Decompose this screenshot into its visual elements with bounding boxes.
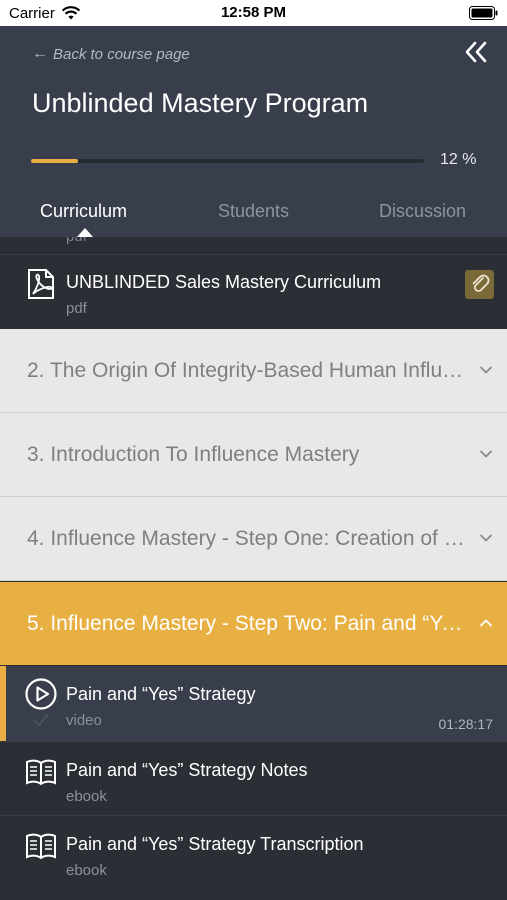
lesson-item-current[interactable]: Pain and “Yes” Strategy video 01:28:17 — [0, 666, 507, 741]
section-title: 4. Influence Mastery - Step One: Creatio… — [27, 527, 467, 550]
play-circle-icon — [25, 678, 57, 710]
lesson-type-label: video — [66, 712, 102, 729]
lesson-title: Pain and “Yes” Strategy — [66, 684, 256, 704]
course-progress-text: 12 % — [440, 151, 477, 168]
section-title: 5. Influence Mastery - Step Two: Pain an… — [27, 612, 467, 635]
section-title: 2. The Origin Of Integrity-Based Human I… — [27, 359, 467, 382]
lesson-item-pdf[interactable]: UNBLINDED Sales Mastery Curriculum pdf — [0, 254, 507, 329]
section-3-header[interactable]: 3. Introduction To Influence Mastery — [0, 413, 507, 497]
book-icon — [26, 833, 56, 860]
checkmark-icon — [33, 713, 49, 727]
chevron-up-icon — [480, 619, 492, 627]
clock: 12:58 PM — [220, 4, 287, 21]
book-icon — [26, 759, 56, 786]
section-4-header[interactable]: 4. Influence Mastery - Step One: Creatio… — [0, 497, 507, 581]
tab-discussion[interactable]: Discussion — [379, 201, 466, 222]
collapse-double-chevron-icon[interactable] — [465, 40, 487, 64]
lesson-duration: 01:28:17 — [438, 716, 494, 732]
section-2-header[interactable]: 2. The Origin Of Integrity-Based Human I… — [0, 329, 507, 413]
lesson-title: Pain and “Yes” Strategy Notes — [66, 760, 308, 780]
lesson-item[interactable]: Pain and “Yes” Strategy Notes ebook — [0, 741, 507, 816]
back-link-label: Back to course page — [53, 45, 190, 63]
tab-students[interactable]: Students — [218, 201, 289, 222]
active-tab-indicator — [77, 228, 93, 237]
lesson-type-label: ebook — [66, 862, 107, 879]
course-header: ← Back to course page Unblinded Mastery … — [0, 26, 507, 237]
chevron-down-icon — [480, 366, 492, 374]
course-title: Unblinded Mastery Program — [32, 88, 369, 118]
paperclip-icon — [472, 274, 490, 293]
list-item[interactable]: pdf — [0, 237, 507, 254]
chevron-down-icon — [480, 450, 492, 458]
battery-icon — [469, 6, 498, 20]
back-to-course-link[interactable]: ← Back to course page — [32, 45, 190, 63]
course-progress-fill — [31, 159, 79, 163]
lesson-type-label: pdf — [66, 300, 87, 317]
course-progress-bar — [31, 159, 424, 163]
section-title: 3. Introduction To Influence Mastery — [27, 443, 360, 466]
section-5-header[interactable]: 5. Influence Mastery - Step Two: Pain an… — [0, 582, 507, 665]
lesson-title: UNBLINDED Sales Mastery Curriculum — [66, 272, 382, 292]
course-tabs: Curriculum Students Discussion — [0, 200, 507, 237]
current-lesson-indicator — [0, 666, 6, 741]
pdf-icon — [28, 269, 54, 299]
status-bar: Carrier 12:58 PM — [0, 0, 507, 26]
tab-curriculum[interactable]: Curriculum — [40, 201, 127, 222]
back-arrow-icon: ← — [32, 45, 48, 62]
lesson-type-label: pdf — [66, 237, 87, 245]
attachment-button[interactable] — [465, 270, 494, 299]
lesson-item[interactable]: Pain and “Yes” Strategy Transcription eb… — [0, 815, 507, 900]
lesson-title: Pain and “Yes” Strategy Transcription — [66, 834, 364, 854]
curriculum-list[interactable]: pdf UNBLINDED Sales Mastery Curriculum p… — [0, 237, 507, 900]
chevron-down-icon — [480, 534, 492, 542]
lesson-type-label: ebook — [66, 788, 107, 805]
